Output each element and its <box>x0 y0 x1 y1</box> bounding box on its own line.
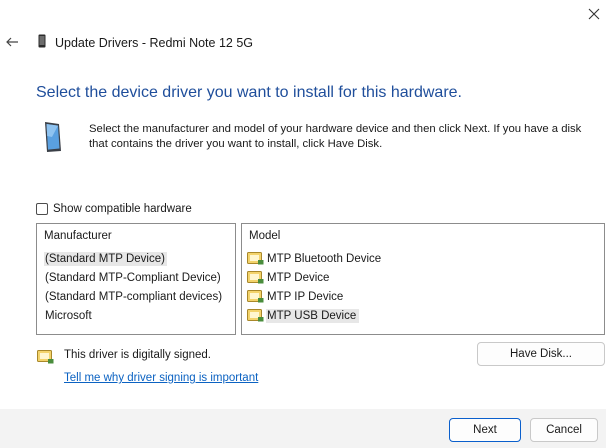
model-item-label: MTP Bluetooth Device <box>267 252 382 265</box>
manufacturer-item[interactable]: (Standard MTP-Compliant Device) <box>37 268 235 287</box>
model-item[interactable]: MTP Device <box>242 268 604 287</box>
phone-icon <box>38 34 46 48</box>
signed-driver-icon <box>247 290 264 303</box>
page-heading: Select the device driver you want to ins… <box>36 84 462 101</box>
model-item-label: MTP IP Device <box>267 290 344 303</box>
manufacturer-item-label: (Standard MTP-compliant devices) <box>45 290 223 303</box>
instructions-text: Select the manufacturer and model of you… <box>89 123 582 150</box>
signed-driver-icon <box>37 350 54 364</box>
model-item[interactable]: MTP Bluetooth Device <box>242 249 604 268</box>
model-item[interactable]: MTP IP Device <box>242 287 604 306</box>
manufacturer-item-label: (Standard MTP Device) <box>44 251 167 266</box>
show-compatible-checkbox[interactable]: Show compatible hardware <box>36 203 192 215</box>
signed-driver-icon <box>247 271 264 284</box>
manufacturer-item-label: (Standard MTP-Compliant Device) <box>45 271 221 284</box>
model-header: Model <box>249 230 281 242</box>
model-item[interactable]: MTP USB Device <box>242 306 604 325</box>
model-item-label: MTP Device <box>267 271 330 284</box>
cancel-button[interactable]: Cancel <box>530 418 598 442</box>
manufacturer-item[interactable]: (Standard MTP-compliant devices) <box>37 287 235 306</box>
close-icon[interactable] <box>586 6 602 22</box>
model-listbox[interactable]: Model MTP Bluetooth Device MTP Device MT… <box>241 223 605 335</box>
model-item-label: MTP USB Device <box>266 308 360 323</box>
driver-signing-link[interactable]: Tell me why driver signing is important <box>64 372 258 384</box>
signed-driver-icon <box>247 309 264 322</box>
manufacturer-item-label: Microsoft <box>45 309 92 322</box>
manufacturer-header: Manufacturer <box>44 230 112 242</box>
have-disk-button[interactable]: Have Disk... <box>477 342 605 366</box>
manufacturer-item[interactable]: Microsoft <box>37 306 235 325</box>
manufacturer-item[interactable]: (Standard MTP Device) <box>37 249 235 268</box>
signed-status-text: This driver is digitally signed. <box>64 349 212 361</box>
show-compatible-label: Show compatible hardware <box>53 203 192 215</box>
back-arrow-icon[interactable] <box>5 35 19 49</box>
checkbox-box[interactable] <box>36 203 48 215</box>
manufacturer-listbox[interactable]: Manufacturer (Standard MTP Device) (Stan… <box>36 223 236 335</box>
device-icon <box>45 122 61 152</box>
next-button[interactable]: Next <box>449 418 521 442</box>
signed-driver-icon <box>247 252 264 265</box>
window-title: Update Drivers - Redmi Note 12 5G <box>55 36 253 50</box>
